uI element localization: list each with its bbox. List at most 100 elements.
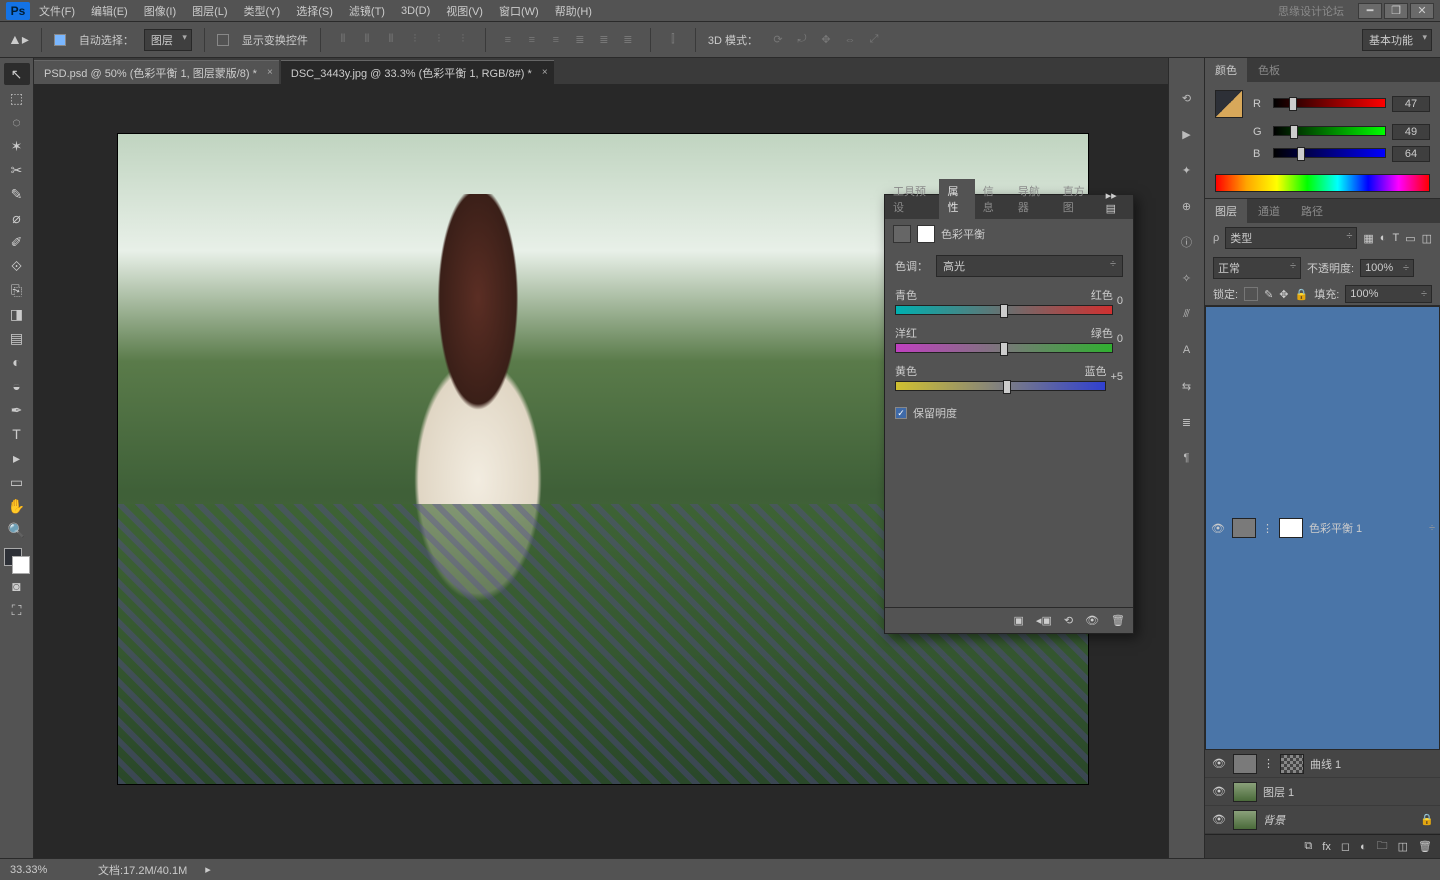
menu-layer[interactable]: 图层(L) [185, 0, 234, 22]
align-top-icon[interactable]: ⫴ [333, 30, 353, 50]
preserve-luminosity-checkbox[interactable]: ✓ [895, 407, 907, 419]
align-vcenter-icon[interactable]: ⫴ [357, 30, 377, 50]
align-left-icon[interactable]: ⫶ [405, 30, 425, 50]
tool-shape[interactable]: ▭ [4, 471, 30, 493]
menu-image[interactable]: 图像(I) [137, 0, 183, 22]
tool-hand[interactable]: ✋ [4, 495, 30, 517]
layer-row[interactable]: 👁 ⋮ 曲线 1 [1205, 750, 1440, 778]
tool-spot-heal[interactable]: ⌀ [4, 207, 30, 229]
g-value[interactable]: 49 [1392, 124, 1430, 140]
close-icon[interactable]: × [542, 67, 548, 78]
window-minimize-icon[interactable]: ━ [1358, 3, 1382, 19]
view-previous-icon[interactable]: ◂▣ [1036, 614, 1052, 627]
slider-value[interactable]: 0 [1117, 295, 1123, 307]
tool-magic-wand[interactable]: ✶ [4, 135, 30, 157]
visibility-icon[interactable]: 👁 [1211, 813, 1227, 826]
close-icon[interactable]: × [267, 67, 273, 78]
tool-lasso[interactable]: ◌ [4, 111, 30, 133]
tool-pen[interactable]: ✒ [4, 399, 30, 421]
menu-help[interactable]: 帮助(H) [548, 0, 599, 22]
distribute-1-icon[interactable]: ≡ [498, 30, 518, 50]
tool-dodge[interactable]: ◒ [4, 375, 30, 397]
layer-row[interactable]: 👁 图层 1 [1205, 778, 1440, 806]
3d-pan-icon[interactable]: ✥ [816, 30, 836, 50]
tool-marquee[interactable]: ⬚ [4, 87, 30, 109]
delete-icon[interactable]: 🗑 [1111, 614, 1125, 627]
lock-all-icon[interactable]: 🔒 [1295, 288, 1309, 301]
history-icon[interactable]: ⟲ [1177, 88, 1197, 108]
group-icon[interactable]: 🗀 [1377, 837, 1388, 856]
tool-move[interactable]: ↖ [4, 63, 30, 85]
layer-row[interactable]: 👁 ⋮ 色彩平衡 1 [1205, 306, 1440, 750]
filter-smart-icon[interactable]: ◫ [1422, 232, 1432, 245]
filter-type-icon[interactable]: T [1392, 232, 1399, 244]
clip-to-layer-icon[interactable]: ▣ [1014, 614, 1024, 627]
menu-filter[interactable]: 滤镜(T) [342, 0, 392, 22]
panel-menu-icon[interactable]: ▸▸ ▤ [1100, 185, 1133, 219]
tool-crop[interactable]: ✂ [4, 159, 30, 181]
fill-value[interactable]: 100% [1345, 285, 1432, 303]
auto-select-dropdown[interactable]: 图层 [144, 29, 192, 51]
auto-align-icon[interactable]: ⫿ [663, 30, 683, 50]
tool-gradient[interactable]: ▤ [4, 327, 30, 349]
paragraph-icon[interactable]: ⇆ [1177, 376, 1197, 396]
layer-row[interactable]: 👁 背景 🔒 [1205, 806, 1440, 834]
distribute-6-icon[interactable]: ≣ [618, 30, 638, 50]
tab-histogram[interactable]: 直方图 [1055, 179, 1100, 219]
tab-channels[interactable]: 通道 [1248, 199, 1290, 223]
distribute-4-icon[interactable]: ≣ [570, 30, 590, 50]
tab-tool-presets[interactable]: 工具预设 [885, 179, 939, 219]
distribute-5-icon[interactable]: ≣ [594, 30, 614, 50]
align-right-icon[interactable]: ⫶ [453, 30, 473, 50]
clone-source-icon[interactable]: ⊕ [1177, 196, 1197, 216]
color-swatch[interactable] [4, 548, 30, 574]
tab-swatches[interactable]: 色板 [1248, 58, 1290, 82]
filter-shape-icon[interactable]: ▭ [1405, 232, 1415, 245]
3d-orbit-icon[interactable]: ⟳ [768, 30, 788, 50]
adjustment-layer-icon[interactable]: ◐ [1360, 841, 1367, 853]
b-value[interactable]: 64 [1392, 146, 1430, 162]
tool-quickmask[interactable]: ◙ [4, 575, 30, 597]
show-transform-checkbox[interactable] [217, 34, 229, 46]
g-slider[interactable] [1273, 126, 1386, 138]
align-bottom-icon[interactable]: ⫴ [381, 30, 401, 50]
3d-roll-icon[interactable]: ⤾ [792, 30, 812, 50]
reset-icon[interactable]: ⟲ [1064, 614, 1073, 627]
visibility-icon[interactable]: 👁 [1211, 757, 1227, 770]
character-icon[interactable]: A [1177, 340, 1197, 360]
opacity-value[interactable]: 100% [1360, 259, 1414, 277]
zoom-value[interactable]: 33.33% [10, 864, 80, 876]
menu-edit[interactable]: 编辑(E) [84, 0, 135, 22]
r-slider[interactable] [1273, 98, 1386, 110]
lock-position-icon[interactable]: ✥ [1279, 288, 1288, 301]
tool-type[interactable]: T [4, 423, 30, 445]
tab-navigator[interactable]: 导航器 [1010, 179, 1055, 219]
slider-value[interactable]: 0 [1117, 333, 1123, 345]
tab-info[interactable]: 信息 [975, 179, 1010, 219]
brushes-icon[interactable]: ✦ [1177, 160, 1197, 180]
window-restore-icon[interactable]: ❐ [1384, 3, 1408, 19]
info-icon[interactable]: ⓘ [1177, 232, 1197, 252]
tool-path-select[interactable]: ▸ [4, 447, 30, 469]
filter-adjust-icon[interactable]: ◐ [1380, 232, 1387, 244]
styles-icon[interactable]: ≣ [1177, 412, 1197, 432]
visibility-icon[interactable]: 👁 [1085, 614, 1099, 627]
3d-slide-icon[interactable]: ⇔ [840, 30, 860, 50]
tool-eyedropper[interactable]: ✎ [4, 183, 30, 205]
tool-zoom[interactable]: 🔍 [4, 519, 30, 541]
visibility-icon[interactable]: 👁 [1211, 785, 1227, 798]
tone-dropdown[interactable]: 高光 [936, 255, 1123, 277]
r-value[interactable]: 47 [1392, 96, 1430, 112]
lock-transparency-icon[interactable] [1244, 287, 1258, 301]
delete-layer-icon[interactable]: 🗑 [1418, 840, 1432, 853]
actions-icon[interactable]: ▶ [1177, 124, 1197, 144]
measurement-icon[interactable]: ⫻ [1177, 304, 1197, 324]
window-close-icon[interactable]: ✕ [1410, 3, 1434, 19]
menu-3d[interactable]: 3D(D) [394, 2, 437, 20]
paragraph-styles-icon[interactable]: ¶ [1177, 448, 1197, 468]
layer-mask-icon[interactable]: ◻ [1341, 840, 1350, 853]
tool-blur[interactable]: ◐ [4, 351, 30, 373]
layer-name[interactable]: 曲线 1 [1310, 756, 1434, 772]
distribute-2-icon[interactable]: ≡ [522, 30, 542, 50]
b-slider[interactable] [1273, 148, 1386, 160]
